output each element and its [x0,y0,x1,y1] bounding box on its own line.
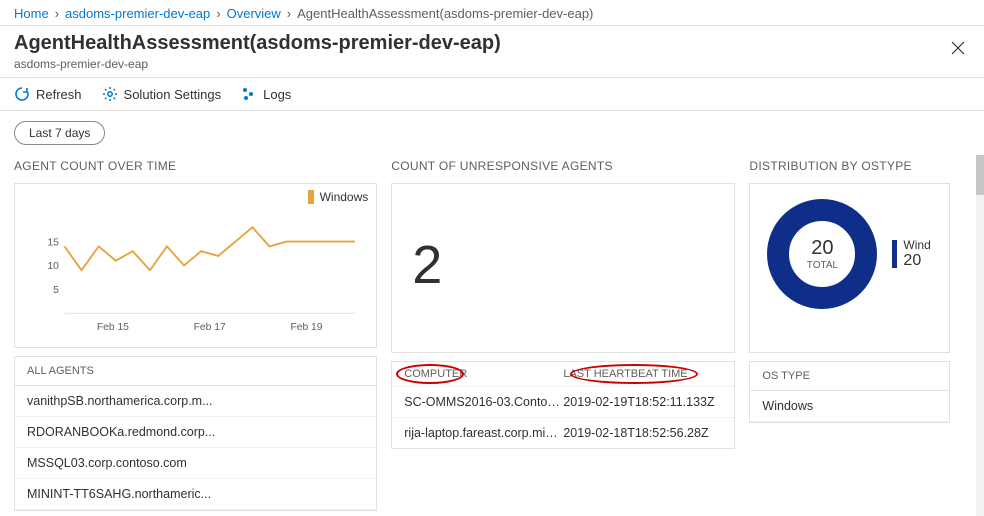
svg-text:Feb 19: Feb 19 [290,322,322,333]
chevron-right-icon: › [287,6,291,21]
cell-time: 2019-02-18T18:52:56.28Z [563,426,722,440]
donut-total-value: 20 [811,237,833,260]
breadcrumb-overview[interactable]: Overview [227,6,281,21]
breadcrumb-home[interactable]: Home [14,6,49,21]
list-item[interactable]: RDORANBOOKa.redmond.corp... [15,417,376,448]
panels-area: AGENT COUNT OVER TIME Windows 5 10 15 Feb 1… [0,155,984,511]
panel-title-mid: COUNT OF UNRESPONSIVE AGENTS [391,159,735,173]
blade-header: AgentHealthAssessment(asdoms-premier-dev… [0,26,984,78]
donut-tile[interactable]: 20 TOTAL Wind 20 [749,183,950,353]
svg-text:Feb 17: Feb 17 [194,322,226,333]
svg-text:5: 5 [53,285,59,296]
donut-legend-value: 20 [903,252,930,270]
breadcrumb: Home › asdoms-premier-dev-eap › Overview… [0,0,984,26]
ostype-list: OS TYPE Windows [749,361,950,423]
page-subtitle: asdoms-premier-dev-eap [14,57,970,71]
chart-legend: Windows [308,190,369,204]
col-computer[interactable]: COMPUTER [404,368,563,380]
close-icon [950,40,966,56]
svg-text:Feb 15: Feb 15 [97,322,129,333]
svg-text:15: 15 [47,237,59,248]
donut-chart: 20 TOTAL [762,194,882,314]
all-agents-header: ALL AGENTS [15,357,376,386]
breadcrumb-workspace[interactable]: asdoms-premier-dev-eap [65,6,210,21]
cell-computer: rija-laptop.fareast.corp.microso... [404,426,563,440]
table-row[interactable]: rija-laptop.fareast.corp.microso...2019-… [392,417,734,448]
donut-legend-swatch-icon [892,240,897,268]
agent-count-column: AGENT COUNT OVER TIME Windows 5 10 15 Feb 1… [14,159,377,511]
filter-row: Last 7 days [0,111,984,155]
refresh-button[interactable]: Refresh [14,86,82,102]
page-title: AgentHealthAssessment(asdoms-premier-dev… [14,32,970,55]
svg-text:10: 10 [47,261,59,272]
list-item[interactable]: Windows [750,391,949,422]
chevron-right-icon: › [55,6,59,21]
close-button[interactable] [946,36,970,60]
refresh-label: Refresh [36,87,82,102]
panel-title-left: AGENT COUNT OVER TIME [14,159,377,173]
donut-legend-label: Wind [903,239,930,252]
table-row[interactable]: SC-OMMS2016-03.Contoso.Lo...2019-02-19T1… [392,386,734,417]
vertical-scrollbar[interactable] [976,155,984,516]
refresh-icon [14,86,30,102]
list-item[interactable]: MSSQL03.corp.contoso.com [15,448,376,479]
time-range-pill[interactable]: Last 7 days [14,121,105,145]
legend-label: Windows [320,190,369,204]
unresponsive-column: COUNT OF UNRESPONSIVE AGENTS 2 COMPUTER … [391,159,735,511]
panel-title-right: DISTRIBUTION BY OSTYPE [749,159,950,173]
unresponsive-table-head: COMPUTER LAST HEARTBEAT TIME [392,362,734,386]
cell-computer: SC-OMMS2016-03.Contoso.Lo... [404,395,563,409]
logs-button[interactable]: Logs [241,86,291,102]
logs-label: Logs [263,87,291,102]
list-item[interactable]: vanithpSB.northamerica.corp.m... [15,386,376,417]
line-chart: 5 10 15 Feb 15 Feb 17 Feb 19 [27,194,364,337]
solution-settings-label: Solution Settings [124,87,222,102]
donut-legend: Wind 20 [892,239,930,270]
ostype-header: OS TYPE [750,362,949,391]
unresponsive-table: COMPUTER LAST HEARTBEAT TIME SC-OMMS2016… [391,361,735,449]
chevron-right-icon: › [216,6,220,21]
unresponsive-count-tile[interactable]: 2 [391,183,735,353]
all-agents-list: ALL AGENTS vanithpSB.northamerica.corp.m… [14,356,377,511]
toolbar: Refresh Solution Settings Logs [0,78,984,111]
donut-total-label: TOTAL [807,260,838,271]
line-chart-tile[interactable]: Windows 5 10 15 Feb 15 Feb 17 Feb 19 [14,183,377,348]
cell-time: 2019-02-19T18:52:11.133Z [563,395,722,409]
list-item[interactable]: MININT-TT6SAHG.northameric... [15,479,376,510]
unresponsive-count-value: 2 [412,234,722,296]
solution-settings-button[interactable]: Solution Settings [102,86,222,102]
logs-icon [241,86,257,102]
ostype-column: DISTRIBUTION BY OSTYPE 20 TOTAL Wind [749,159,950,511]
gear-icon [102,86,118,102]
legend-swatch-icon [308,190,314,204]
col-last-heartbeat[interactable]: LAST HEARTBEAT TIME [563,368,722,380]
breadcrumb-current: AgentHealthAssessment(asdoms-premier-dev… [297,6,593,21]
